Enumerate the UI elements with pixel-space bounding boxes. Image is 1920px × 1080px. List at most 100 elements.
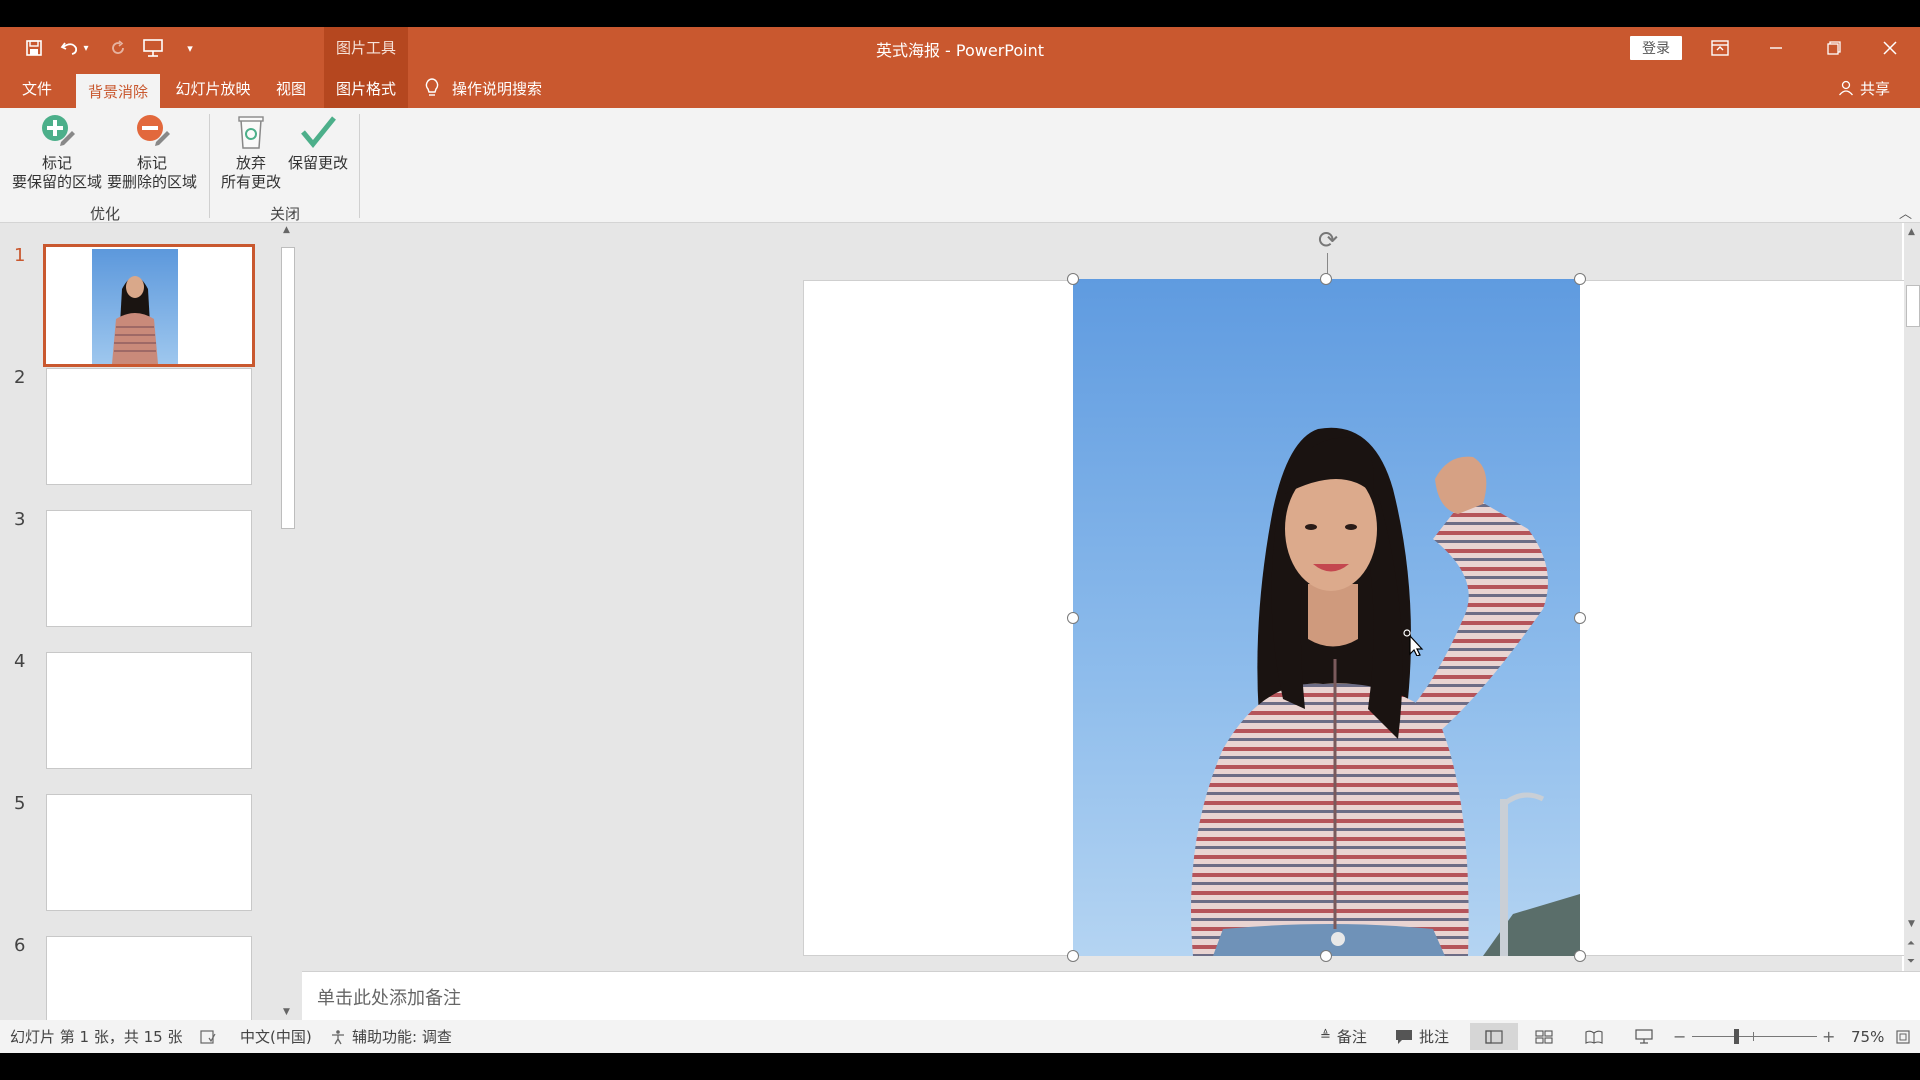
mark-areas-to-keep-button[interactable]: 标记 要保留的区域: [10, 112, 104, 192]
fit-slide-to-window-icon[interactable]: [1896, 1020, 1910, 1053]
picture-tools-context-label: 图片工具: [324, 27, 408, 68]
person-icon: [1838, 80, 1854, 96]
slide-thumbnail-1[interactable]: [43, 244, 255, 367]
login-button[interactable]: 登录: [1630, 36, 1682, 60]
keep-changes-label: 保留更改: [287, 154, 348, 172]
scrollbar-thumb[interactable]: [281, 247, 295, 529]
resize-handle-bottom-right[interactable]: [1574, 950, 1586, 962]
resize-handle-top-right[interactable]: [1574, 273, 1586, 285]
zoom-in-icon[interactable]: +: [1822, 1020, 1835, 1053]
accessibility-icon: [332, 1029, 344, 1044]
save-icon[interactable]: [22, 36, 46, 60]
notes-toggle-label: 备注: [1336, 1028, 1367, 1046]
slide-number: 5: [14, 793, 26, 814]
redo-icon[interactable]: [106, 36, 130, 60]
accessibility-status[interactable]: 辅助功能: 调查: [330, 1020, 452, 1053]
mark-keep-line1: 标记: [41, 154, 72, 172]
resize-handle-top[interactable]: [1320, 273, 1332, 285]
resize-handle-left[interactable]: [1067, 612, 1079, 624]
zoom-out-icon[interactable]: −: [1673, 1020, 1686, 1053]
tell-me-label: 操作说明搜索: [452, 79, 543, 98]
ribbon-display-options-icon[interactable]: [1692, 27, 1748, 68]
title-bar: ▾ ▾ 图片工具 英式海报 - PowerPoint 登录: [0, 27, 1920, 68]
collapse-ribbon-icon[interactable]: ︿: [1899, 203, 1912, 222]
scroll-down-arrow-icon[interactable]: ▼: [1908, 919, 1915, 929]
tab-background-removal[interactable]: 背景消除: [76, 74, 160, 108]
tab-view[interactable]: 视图: [268, 68, 314, 108]
group-separator: [209, 114, 210, 218]
discard-line2: 所有更改: [220, 173, 281, 191]
slide-number: 2: [14, 367, 26, 388]
slide-thumbnail-5[interactable]: [46, 794, 252, 911]
share-label: 共享: [1860, 79, 1891, 98]
slide-count-status: 幻灯片 第 1 张，共 15 张: [10, 1028, 183, 1046]
normal-view-icon[interactable]: [1470, 1023, 1518, 1050]
resize-handle-bottom-left[interactable]: [1067, 950, 1079, 962]
mark-areas-to-remove-button[interactable]: 标记 要删除的区域: [104, 112, 200, 192]
resize-handle-right[interactable]: [1574, 612, 1586, 624]
scroll-up-arrow-icon[interactable]: ▲: [283, 225, 290, 235]
undo-dropdown-icon[interactable]: ▾: [80, 36, 92, 60]
slide-thumbnail-6[interactable]: [46, 936, 252, 1020]
tell-me-search[interactable]: 操作说明搜索: [424, 68, 542, 108]
mouse-cursor-icon: [1403, 629, 1424, 656]
start-from-beginning-icon[interactable]: [141, 36, 165, 60]
discard-line1: 放弃: [235, 154, 266, 172]
scroll-down-arrow-icon[interactable]: ▼: [283, 1007, 290, 1017]
slide-thumbnail-4[interactable]: [46, 652, 252, 769]
mark-remove-line1: 标记: [136, 154, 167, 172]
comments-toggle-label: 批注: [1419, 1028, 1450, 1046]
notes-toggle-button[interactable]: ≜ 备注: [1320, 1020, 1367, 1053]
reading-view-icon[interactable]: [1570, 1023, 1618, 1050]
zoom-slider-knob[interactable]: [1734, 1029, 1739, 1044]
share-button[interactable]: 共享: [1838, 68, 1890, 108]
remove-circle-pencil-icon: [137, 115, 170, 146]
undo-icon[interactable]: [58, 36, 82, 60]
keep-changes-button[interactable]: 保留更改: [284, 112, 352, 173]
scroll-up-arrow-icon[interactable]: ▲: [1908, 227, 1915, 237]
spelling-check-icon[interactable]: [200, 1020, 216, 1053]
ribbon: 标记 要保留的区域 标记 要删除的区域 优化 放弃 所有更改 保留更改 关闭 ︿: [0, 108, 1920, 223]
checkmark-icon: [301, 116, 336, 148]
tab-file[interactable]: 文件: [8, 68, 66, 108]
zoom-level[interactable]: 75%: [1851, 1020, 1884, 1053]
group-separator: [359, 114, 360, 218]
lightbulb-icon: [425, 78, 439, 96]
previous-slide-icon[interactable]: ⏶: [1907, 939, 1915, 949]
next-slide-icon[interactable]: ⏷: [1907, 957, 1915, 967]
comment-icon: [1396, 1029, 1412, 1044]
scrollbar-thumb[interactable]: [1906, 285, 1920, 327]
discard-all-changes-button[interactable]: 放弃 所有更改: [218, 112, 284, 192]
recycle-bin-icon: [238, 116, 264, 149]
rotate-handle-icon[interactable]: ⟳: [1313, 226, 1343, 256]
thumbnail-scrollbar[interactable]: ▲ ▼: [278, 223, 298, 1020]
accessibility-label: 辅助功能: 调查: [352, 1028, 452, 1046]
zoom-slider-center-tick: [1753, 1032, 1754, 1041]
add-circle-pencil-icon: [42, 115, 75, 146]
restore-icon[interactable]: [1806, 27, 1862, 68]
slide-sorter-icon[interactable]: [1520, 1023, 1568, 1050]
resize-handle-top-left[interactable]: [1067, 273, 1079, 285]
minimize-icon[interactable]: [1748, 27, 1804, 68]
zoom-slider-track[interactable]: [1692, 1036, 1817, 1037]
status-bar: 幻灯片 第 1 张，共 15 张 中文(中国) 辅助功能: 调查 ≜ 备注 批注: [0, 1020, 1920, 1053]
notes-pane[interactable]: 单击此处添加备注: [302, 971, 1920, 1020]
selected-picture[interactable]: [1073, 279, 1580, 956]
slide-show-view-icon[interactable]: [1620, 1023, 1668, 1050]
slide-number: 4: [14, 651, 26, 672]
mark-keep-line2: 要保留的区域: [11, 173, 102, 191]
customize-qat-icon[interactable]: ▾: [178, 36, 202, 60]
slide-vertical-scrollbar[interactable]: ▲ ▼ ⏶ ⏷: [1904, 223, 1920, 971]
comments-toggle-button[interactable]: 批注: [1395, 1020, 1449, 1053]
slide-number: 6: [14, 935, 26, 956]
thumbnail-photo: [92, 249, 178, 364]
tab-slide-show[interactable]: 幻灯片放映: [168, 68, 258, 108]
slide-thumbnail-3[interactable]: [46, 510, 252, 627]
close-icon[interactable]: [1862, 27, 1918, 68]
slide-thumbnail-2[interactable]: [46, 368, 252, 485]
tab-picture-format[interactable]: 图片格式: [324, 68, 408, 108]
language-status[interactable]: 中文(中国): [240, 1020, 312, 1053]
resize-handle-bottom[interactable]: [1320, 950, 1332, 962]
ribbon-tab-row: 文件 背景消除 幻灯片放映 视图 图片格式 操作说明搜索 共享: [0, 68, 1920, 108]
slide-number: 3: [14, 509, 26, 530]
